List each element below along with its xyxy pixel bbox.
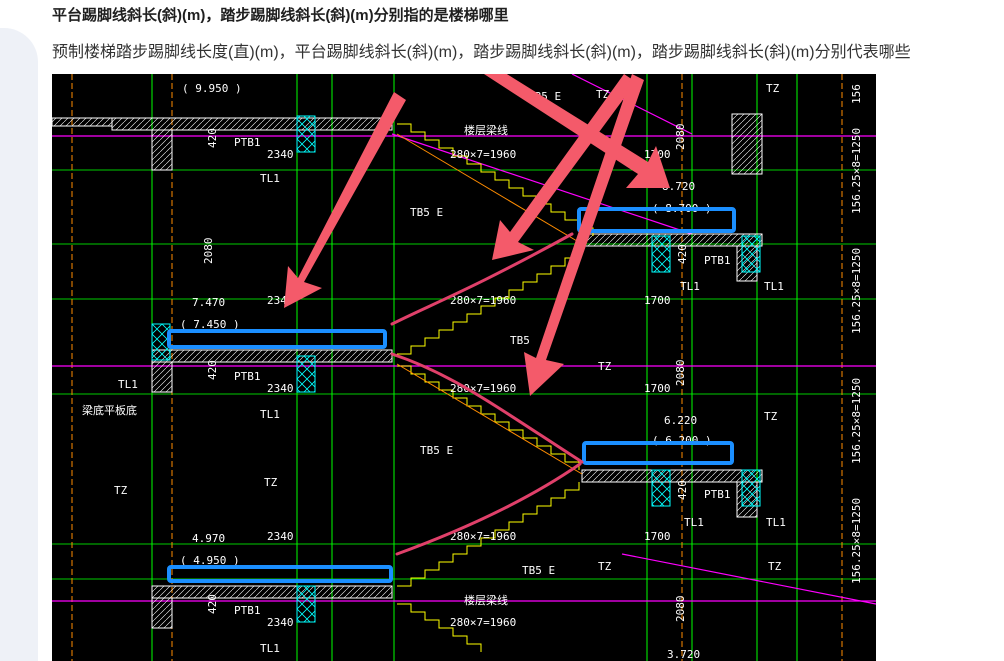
cad-drawing-svg: ( 9.950 ) 8.720 ( 8.700 ) 7.470 ( 7.450 … [52,74,876,661]
floor-beam-label: 楼层梁线 [464,123,508,137]
tz-label: TZ [598,560,612,573]
side-dim-label: 156.25×8=1250 [850,248,863,334]
elev-top-label: ( 9.950 ) [182,82,242,95]
steps-label: 280×7=1960 [450,616,516,629]
highlight-box-7450 [167,329,387,349]
tl1-label: TL1 [680,280,700,293]
tz-label: TZ [264,476,278,489]
tz-label: TZ [764,410,778,423]
dim-2080-label: 2080 [674,124,687,151]
question-title: 平台踢脚线斜长(斜)(m)，踏步踢脚线斜长(斜)(m)分别指的是楼梯哪里 [52,7,509,24]
dim-420-label: 420 [676,480,689,500]
side-dim-label: 156.25×8=1250 [850,128,863,214]
dim-2080-label: 2080 [674,360,687,387]
orange-lines [71,74,843,661]
side-panel [0,28,38,661]
elev-4970-label: 4.970 [192,532,225,545]
elev-7470-label: 7.470 [192,296,225,309]
steps-label: 280×7=1960 [450,530,516,543]
ptb1-label: PTB1 [234,136,261,149]
dim-2080-label: 2080 [202,238,215,265]
elev-6200-label: ( 6.200 ) [652,434,712,447]
dim-420-label: 420 [206,360,219,380]
arrow-3 [484,74,670,188]
elev-6220-label: 6.220 [664,414,697,427]
dim-420-label: 420 [676,244,689,264]
ptb1-label: PTB1 [704,488,731,501]
tb5-label: TB5 [510,334,530,347]
tz-label: TZ [768,560,782,573]
dim-2340-label: 2340 [267,530,294,543]
highlight-boxes [167,207,736,583]
tl1-label: TL1 [260,642,280,655]
tl1-label: TL1 [260,172,280,185]
ptb1-label: PTB1 [234,370,261,383]
tl1-label: TL1 [684,516,704,529]
beam-note-label: 梁底平板底 [82,403,137,417]
dim-2080-label: 2080 [674,596,687,623]
tl1-label: TL1 [118,378,138,391]
dim-2340-label: 2340 [267,148,294,161]
dim-2340-label: 2340 [267,616,294,629]
tl1-label: TL1 [764,280,784,293]
side-top-label: 156 [850,84,863,104]
ptb1-label: PTB1 [234,604,261,617]
question-description: 预制楼梯踏步踢脚线长度(直)(m)，平台踢脚线斜长(斜)(m)，踏步踢脚线斜长(… [52,44,911,61]
ptb1-label: PTB1 [704,254,731,267]
tl1-label: TL1 [766,516,786,529]
dim-1700-label: 1700 [644,294,671,307]
cad-drawing-image: ( 9.950 ) 8.720 ( 8.700 ) 7.470 ( 7.450 … [52,74,876,661]
dim-2340-label: 2340 [267,382,294,395]
steps-label: 280×7=1960 [450,294,516,307]
floor-beam-label: 楼层梁线 [464,593,508,607]
tb5e-label: TB5 E [420,444,453,457]
side-dim-label: 156.25×8=1250 [850,498,863,584]
dim-1700-label: 1700 [644,530,671,543]
grid-lines-horizontal [52,169,876,580]
tb5e-label: TB5 E [410,206,443,219]
page: 平台踢脚线斜长(斜)(m)，踏步踢脚线斜长(斜)(m)分别指的是楼梯哪里 预制楼… [0,0,1004,661]
side-dim-label: 156.25×8=1250 [850,378,863,464]
steps-label: 280×7=1960 [450,148,516,161]
tz-label: TZ [598,360,612,373]
dim-420-label: 420 [206,128,219,148]
tb5e-label: TB5 E [522,564,555,577]
right-margin [876,74,1004,661]
dim-1700-label: 1700 [644,382,671,395]
tz-label: TZ [114,484,128,497]
elev-3720-label: 3.720 [667,648,700,661]
dim-420-label: 420 [206,594,219,614]
tz-label: TZ [766,82,780,95]
tl1-label: TL1 [260,408,280,421]
